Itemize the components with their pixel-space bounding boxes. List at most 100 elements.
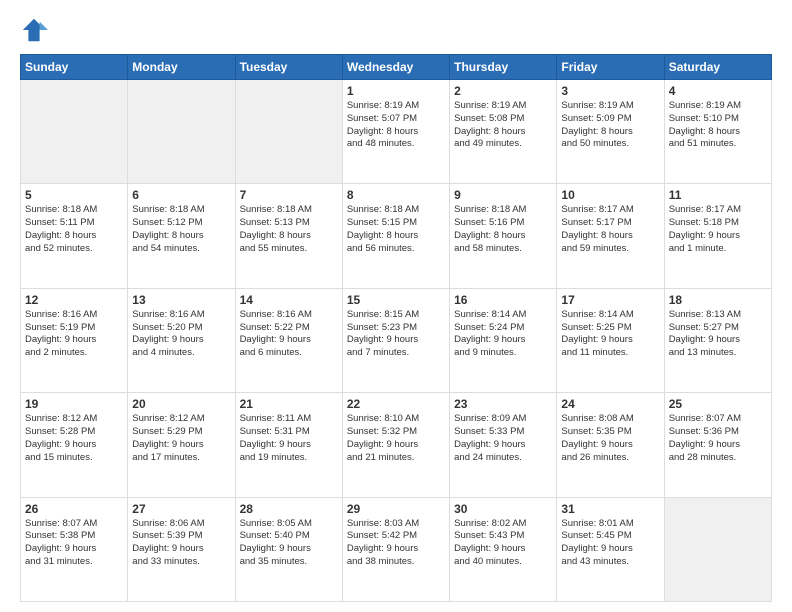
day-info: Sunrise: 8:14 AM Sunset: 5:25 PM Dayligh…: [561, 309, 659, 360]
day-info: Sunrise: 8:17 AM Sunset: 5:18 PM Dayligh…: [669, 204, 767, 255]
calendar-cell: 9 Sunrise: 8:18 AM Sunset: 5:16 PM Daylig…: [450, 184, 557, 288]
day-number: 6: [132, 188, 230, 202]
calendar-cell: 29 Sunrise: 8:03 AM Sunset: 5:42 PM Dayli…: [342, 497, 449, 601]
day-info: Sunrise: 8:19 AM Sunset: 5:09 PM Dayligh…: [561, 100, 659, 151]
calendar-table: SundayMondayTuesdayWednesdayThursdayFrid…: [20, 54, 772, 602]
day-number: 31: [561, 502, 659, 516]
weekday-header: Monday: [128, 55, 235, 80]
weekday-header: Thursday: [450, 55, 557, 80]
day-info: Sunrise: 8:16 AM Sunset: 5:22 PM Dayligh…: [240, 309, 338, 360]
calendar-cell: 28Sunrise: 8:05 AM Sunset: 5:40 PM Dayli…: [235, 497, 342, 601]
day-info: Sunrise: 8:02 AM Sunset: 5:43 PM Dayligh…: [454, 518, 552, 569]
logo: [20, 16, 52, 44]
day-info: Sunrise: 8:18 AM Sunset: 5:13 PM Dayligh…: [240, 204, 338, 255]
day-number: 22: [347, 397, 445, 411]
day-number: 24: [561, 397, 659, 411]
day-number: 23: [454, 397, 552, 411]
day-info: Sunrise: 8:16 AM Sunset: 5:19 PM Dayligh…: [25, 309, 123, 360]
day-info: Sunrise: 8:18 AM Sunset: 5:12 PM Dayligh…: [132, 204, 230, 255]
day-info: Sunrise: 8:18 AM Sunset: 5:15 PM Dayligh…: [347, 204, 445, 255]
weekday-header: Tuesday: [235, 55, 342, 80]
day-info: Sunrise: 8:14 AM Sunset: 5:24 PM Dayligh…: [454, 309, 552, 360]
calendar-cell: 5 Sunrise: 8:18 AM Sunset: 5:11 PM Daylig…: [21, 184, 128, 288]
calendar-cell: 12 Sunrise: 8:16 AM Sunset: 5:19 PM Dayli…: [21, 288, 128, 392]
calendar-cell: 18 Sunrise: 8:13 AM Sunset: 5:27 PM Dayli…: [664, 288, 771, 392]
calendar-cell: 22 Sunrise: 8:10 AM Sunset: 5:32 PM Dayli…: [342, 393, 449, 497]
day-number: 12: [25, 293, 123, 307]
weekday-header: Saturday: [664, 55, 771, 80]
day-number: 7: [240, 188, 338, 202]
day-number: 27: [132, 502, 230, 516]
day-info: Sunrise: 8:12 AM Sunset: 5:28 PM Dayligh…: [25, 413, 123, 464]
day-info: Sunrise: 8:18 AM Sunset: 5:11 PM Dayligh…: [25, 204, 123, 255]
calendar-cell: [128, 80, 235, 184]
day-number: 25: [669, 397, 767, 411]
calendar-cell: 26Sunrise: 8:07 AM Sunset: 5:38 PM Dayli…: [21, 497, 128, 601]
day-number: 2: [454, 84, 552, 98]
day-number: 18: [669, 293, 767, 307]
day-info: Sunrise: 8:08 AM Sunset: 5:35 PM Dayligh…: [561, 413, 659, 464]
day-number: 20: [132, 397, 230, 411]
calendar-cell: 2 Sunrise: 8:19 AM Sunset: 5:08 PM Daylig…: [450, 80, 557, 184]
day-number: 16: [454, 293, 552, 307]
day-number: 28: [240, 502, 338, 516]
weekday-header: Sunday: [21, 55, 128, 80]
day-number: 4: [669, 84, 767, 98]
calendar-week-row: 19 Sunrise: 8:12 AM Sunset: 5:28 PM Dayli…: [21, 393, 772, 497]
weekday-header: Wednesday: [342, 55, 449, 80]
calendar-week-row: 1Sunrise: 8:19 AM Sunset: 5:07 PM Daylig…: [21, 80, 772, 184]
calendar-cell: 27 Sunrise: 8:06 AM Sunset: 5:39 PM Dayli…: [128, 497, 235, 601]
day-number: 19: [25, 397, 123, 411]
day-info: Sunrise: 8:19 AM Sunset: 5:07 PM Dayligh…: [347, 100, 445, 151]
day-number: 26: [25, 502, 123, 516]
calendar-week-row: 26Sunrise: 8:07 AM Sunset: 5:38 PM Dayli…: [21, 497, 772, 601]
day-number: 17: [561, 293, 659, 307]
day-info: Sunrise: 8:18 AM Sunset: 5:16 PM Dayligh…: [454, 204, 552, 255]
day-info: Sunrise: 8:19 AM Sunset: 5:08 PM Dayligh…: [454, 100, 552, 151]
day-info: Sunrise: 8:16 AM Sunset: 5:20 PM Dayligh…: [132, 309, 230, 360]
calendar-cell: 13 Sunrise: 8:16 AM Sunset: 5:20 PM Dayli…: [128, 288, 235, 392]
calendar-cell: 14Sunrise: 8:16 AM Sunset: 5:22 PM Dayli…: [235, 288, 342, 392]
calendar-cell: 16 Sunrise: 8:14 AM Sunset: 5:24 PM Dayli…: [450, 288, 557, 392]
calendar-cell: 31Sunrise: 8:01 AM Sunset: 5:45 PM Dayli…: [557, 497, 664, 601]
calendar-cell: 30 Sunrise: 8:02 AM Sunset: 5:43 PM Dayli…: [450, 497, 557, 601]
day-number: 5: [25, 188, 123, 202]
calendar-cell: [664, 497, 771, 601]
day-number: 11: [669, 188, 767, 202]
day-info: Sunrise: 8:09 AM Sunset: 5:33 PM Dayligh…: [454, 413, 552, 464]
day-info: Sunrise: 8:13 AM Sunset: 5:27 PM Dayligh…: [669, 309, 767, 360]
day-number: 13: [132, 293, 230, 307]
calendar-week-row: 5 Sunrise: 8:18 AM Sunset: 5:11 PM Daylig…: [21, 184, 772, 288]
calendar-cell: 17 Sunrise: 8:14 AM Sunset: 5:25 PM Dayli…: [557, 288, 664, 392]
calendar-cell: 10 Sunrise: 8:17 AM Sunset: 5:17 PM Dayli…: [557, 184, 664, 288]
calendar-cell: 21 Sunrise: 8:11 AM Sunset: 5:31 PM Dayli…: [235, 393, 342, 497]
day-info: Sunrise: 8:11 AM Sunset: 5:31 PM Dayligh…: [240, 413, 338, 464]
day-number: 29: [347, 502, 445, 516]
calendar-cell: 6 Sunrise: 8:18 AM Sunset: 5:12 PM Daylig…: [128, 184, 235, 288]
day-info: Sunrise: 8:07 AM Sunset: 5:36 PM Dayligh…: [669, 413, 767, 464]
day-info: Sunrise: 8:12 AM Sunset: 5:29 PM Dayligh…: [132, 413, 230, 464]
calendar-header-row: SundayMondayTuesdayWednesdayThursdayFrid…: [21, 55, 772, 80]
day-number: 15: [347, 293, 445, 307]
day-info: Sunrise: 8:17 AM Sunset: 5:17 PM Dayligh…: [561, 204, 659, 255]
day-info: Sunrise: 8:10 AM Sunset: 5:32 PM Dayligh…: [347, 413, 445, 464]
calendar-cell: 20 Sunrise: 8:12 AM Sunset: 5:29 PM Dayli…: [128, 393, 235, 497]
day-number: 8: [347, 188, 445, 202]
calendar-cell: 19 Sunrise: 8:12 AM Sunset: 5:28 PM Dayli…: [21, 393, 128, 497]
calendar-week-row: 12 Sunrise: 8:16 AM Sunset: 5:19 PM Dayli…: [21, 288, 772, 392]
day-info: Sunrise: 8:03 AM Sunset: 5:42 PM Dayligh…: [347, 518, 445, 569]
day-number: 10: [561, 188, 659, 202]
calendar-cell: [235, 80, 342, 184]
logo-icon: [20, 16, 48, 44]
calendar-cell: 4Sunrise: 8:19 AM Sunset: 5:10 PM Daylig…: [664, 80, 771, 184]
day-info: Sunrise: 8:06 AM Sunset: 5:39 PM Dayligh…: [132, 518, 230, 569]
day-number: 30: [454, 502, 552, 516]
day-number: 3: [561, 84, 659, 98]
calendar-cell: 8 Sunrise: 8:18 AM Sunset: 5:15 PM Daylig…: [342, 184, 449, 288]
day-number: 9: [454, 188, 552, 202]
day-info: Sunrise: 8:15 AM Sunset: 5:23 PM Dayligh…: [347, 309, 445, 360]
weekday-header: Friday: [557, 55, 664, 80]
calendar-cell: [21, 80, 128, 184]
day-number: 21: [240, 397, 338, 411]
calendar-cell: 25 Sunrise: 8:07 AM Sunset: 5:36 PM Dayli…: [664, 393, 771, 497]
